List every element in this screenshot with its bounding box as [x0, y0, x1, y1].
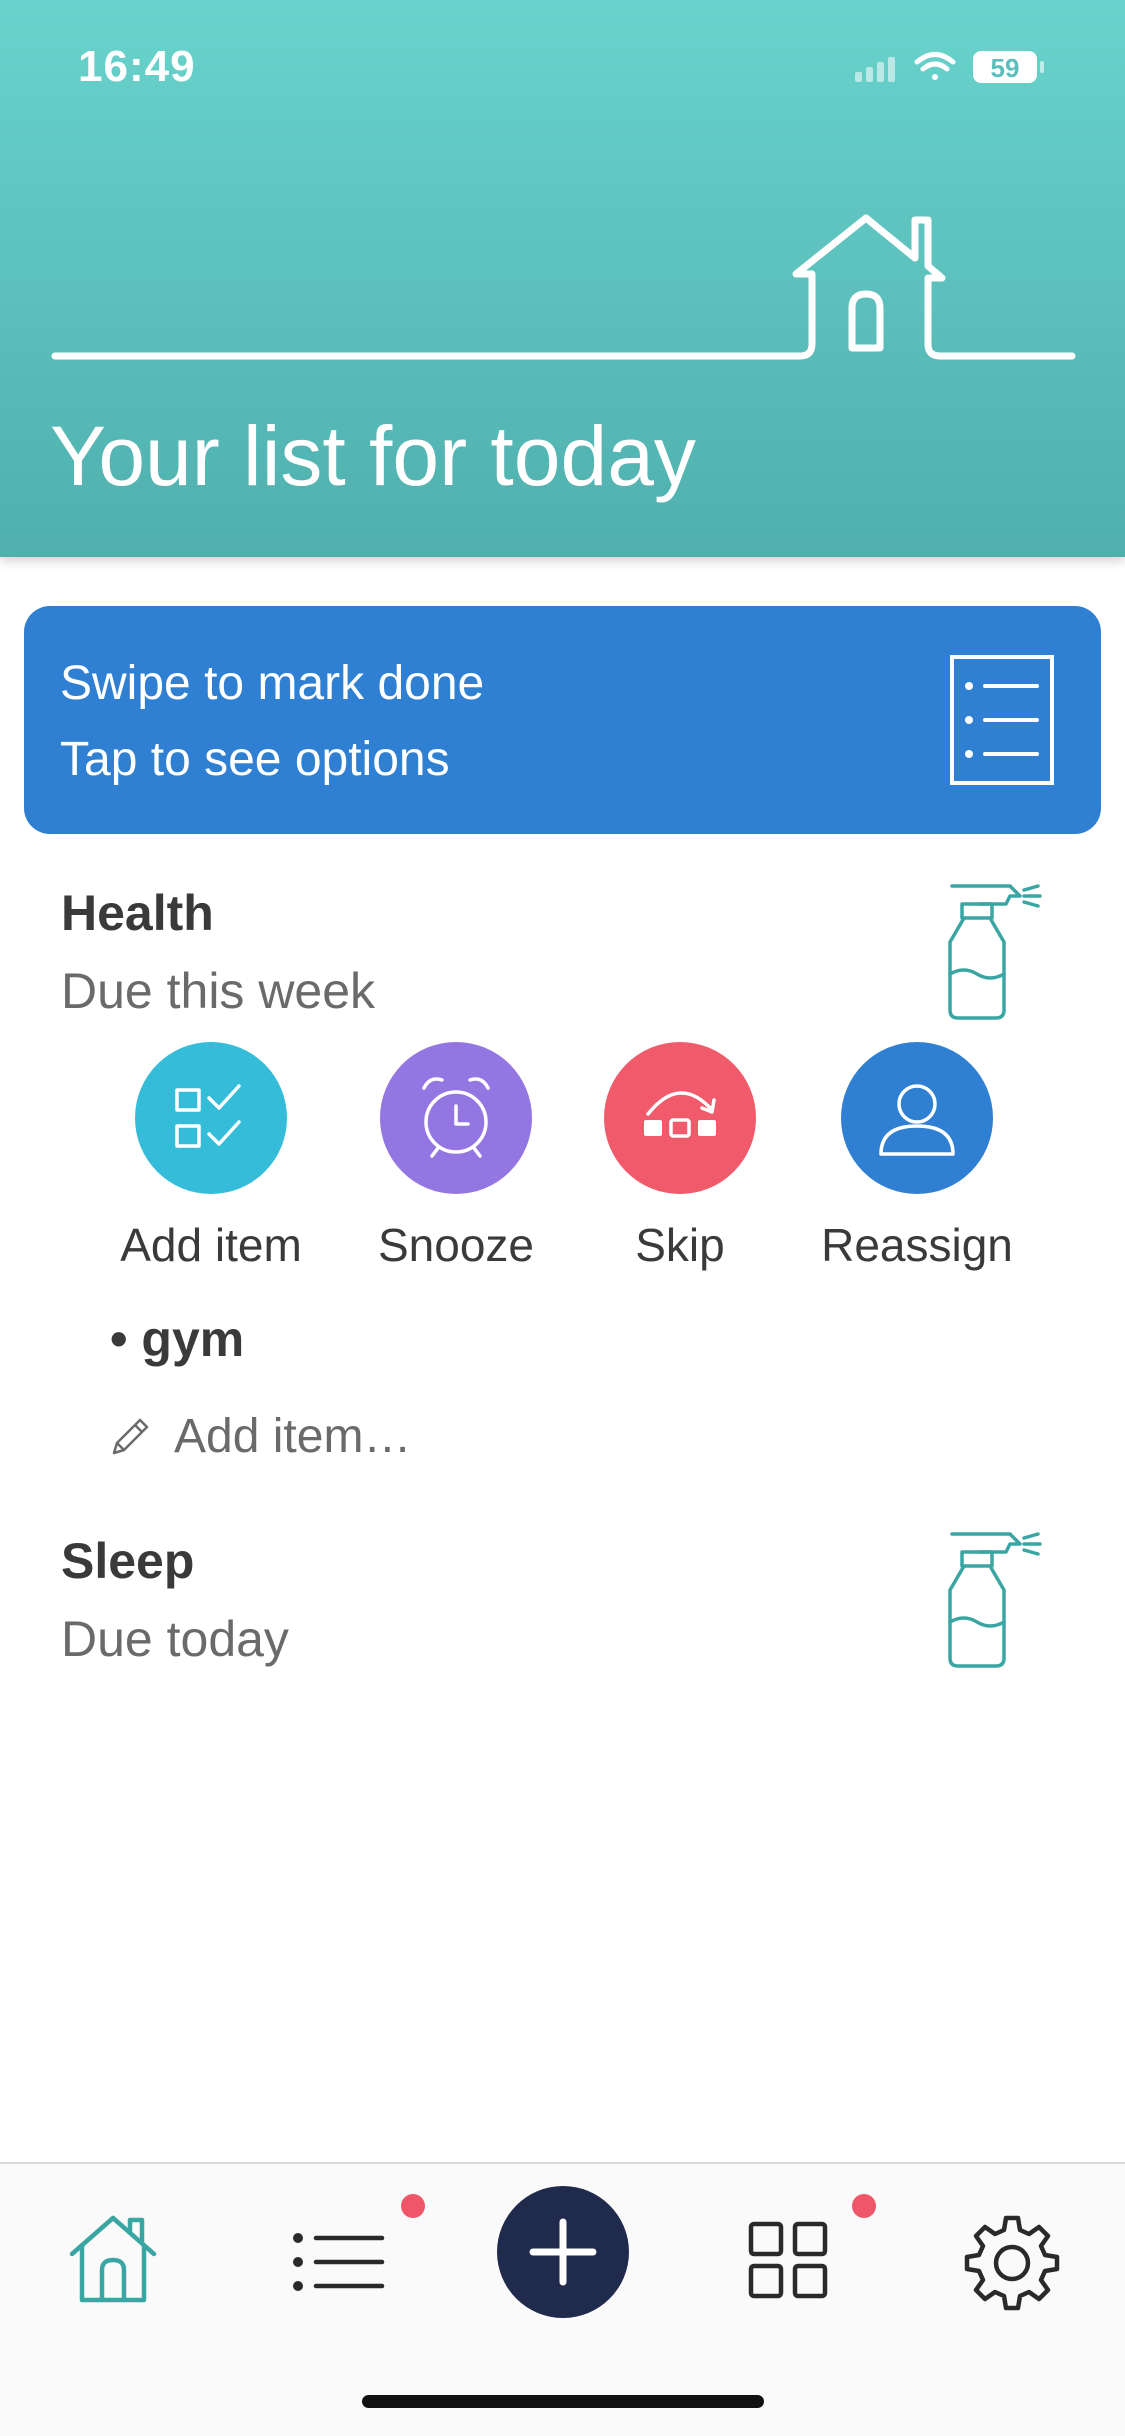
list-document-icon	[950, 655, 1054, 785]
section-subtitle-sleep: Due today	[61, 1611, 289, 1667]
section-title-sleep[interactable]: Sleep	[61, 1532, 194, 1590]
reassign-action[interactable]: Reassign	[807, 1042, 1027, 1282]
add-item-label: Add item	[120, 1219, 302, 1271]
battery-icon: 59	[973, 51, 1044, 83]
grid-icon	[748, 2221, 828, 2299]
house-outline-icon	[51, 214, 1076, 360]
signal-icon	[855, 57, 895, 82]
wifi-icon	[914, 52, 956, 80]
pencil-icon	[112, 1418, 149, 1455]
home-indicator	[362, 2395, 764, 2408]
snooze-action-button[interactable]	[380, 1042, 532, 1194]
notification-badge	[401, 2194, 425, 2218]
tab-list[interactable]	[282, 2204, 392, 2314]
skip-icon	[644, 1091, 716, 1138]
snooze-action[interactable]: Snooze	[346, 1042, 566, 1282]
home-icon	[69, 2215, 157, 2303]
list-item[interactable]: • gym	[110, 1310, 244, 1368]
section-title-health[interactable]: Health	[61, 884, 214, 942]
tab-grid[interactable]	[733, 2204, 843, 2314]
tab-settings[interactable]	[957, 2204, 1067, 2314]
battery-level: 59	[991, 53, 1020, 83]
skip-action[interactable]: Skip	[570, 1042, 790, 1282]
snooze-label: Snooze	[377, 1219, 534, 1271]
skip-label: Skip	[635, 1219, 725, 1271]
spray-bottle-icon	[948, 884, 1042, 1020]
alarm-clock-icon	[422, 1077, 490, 1158]
checklist-icon	[175, 1084, 241, 1148]
list-icon	[293, 2233, 385, 2291]
settings-icon	[964, 2215, 1060, 2311]
skip-action-button[interactable]	[604, 1042, 756, 1194]
header: 16:49 59 Your list for today	[0, 0, 1125, 557]
section-subtitle-health: Due this week	[61, 963, 376, 1019]
spray-bottle-icon	[948, 1532, 1042, 1668]
reassign-action-button[interactable]	[841, 1042, 993, 1194]
add-item-action[interactable]: Add item	[101, 1042, 321, 1282]
status-time: 16:49	[78, 42, 196, 91]
status-icons: 59	[855, 51, 1044, 83]
page-title: Your list for today	[50, 409, 696, 503]
instruction-banner[interactable]: Swipe to mark done Tap to see options	[24, 606, 1101, 834]
list-item-label: gym	[141, 1311, 245, 1367]
add-button[interactable]	[497, 2186, 629, 2318]
add-item-placeholder: Add item…	[174, 1410, 412, 1463]
reassign-label: Reassign	[821, 1219, 1013, 1271]
notification-badge	[852, 2194, 876, 2218]
bullet-icon: •	[110, 1311, 142, 1367]
banner-line1: Swipe to mark done	[60, 657, 485, 710]
person-icon	[879, 1084, 955, 1156]
banner-line2: Tap to see options	[60, 733, 450, 786]
plus-icon	[529, 2218, 597, 2286]
add-item-action-button[interactable]	[135, 1042, 287, 1194]
tab-home[interactable]	[58, 2204, 168, 2314]
